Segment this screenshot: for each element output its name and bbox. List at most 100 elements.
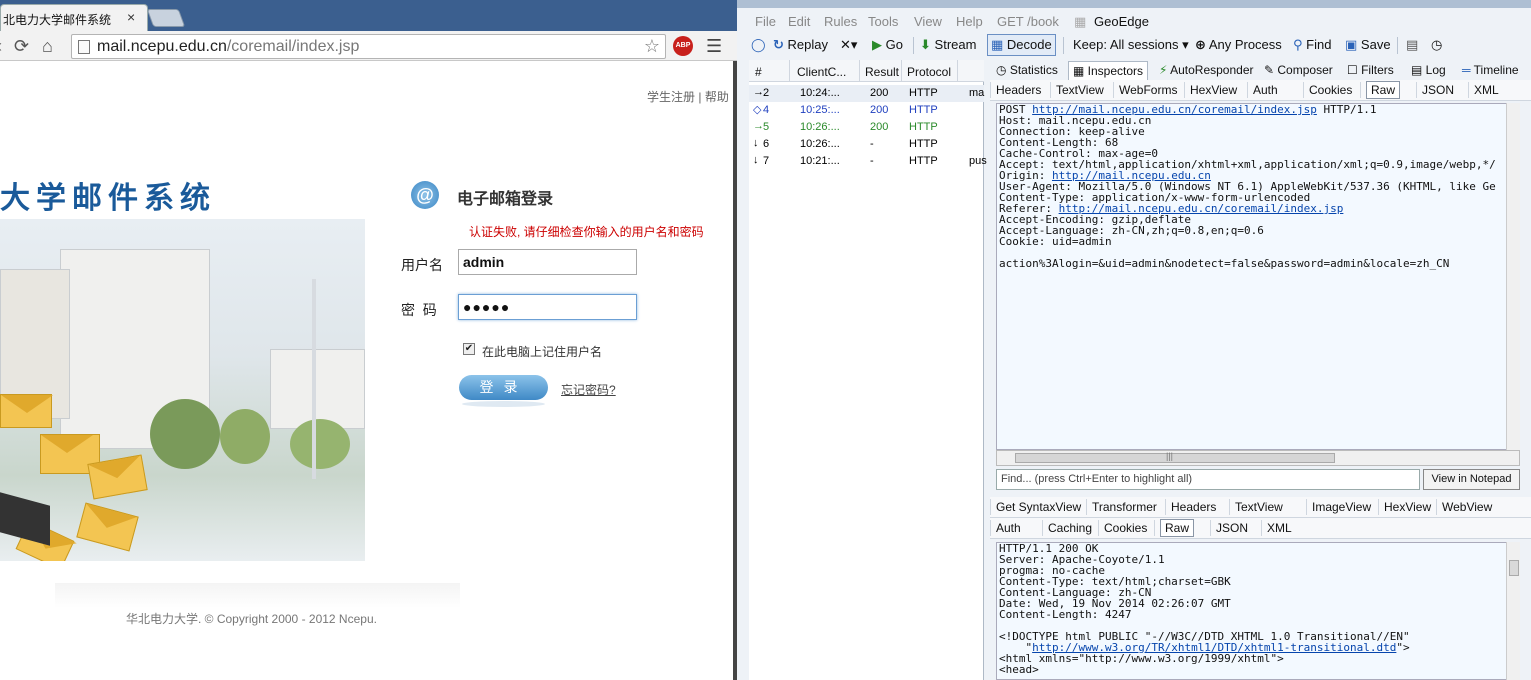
address-bar[interactable]: mail.ncepu.edu.cn/coremail/index.jsp ☆ xyxy=(71,34,666,59)
new-tab-button[interactable] xyxy=(146,9,186,27)
help-link[interactable]: 帮助 xyxy=(705,90,729,104)
session-icon: ↓ xyxy=(753,137,759,149)
session-icon: ◇ xyxy=(753,104,762,116)
col-number[interactable]: # xyxy=(755,65,762,79)
password-field[interactable]: ●●●●● xyxy=(458,294,637,320)
col-protocol[interactable]: Protocol xyxy=(907,65,951,79)
raw-line: action%3Alogin=&uid=admin&nodetect=false… xyxy=(999,257,1450,270)
screenshot-icon[interactable]: ▤ xyxy=(1406,37,1418,53)
session-list[interactable]: # ClientC... Result Protocol → 2 10:24:...… xyxy=(749,60,987,680)
session-result: 200 xyxy=(870,121,889,133)
comment-icon[interactable]: ◯ xyxy=(751,37,766,53)
request-hscroll[interactable]: ||| xyxy=(996,450,1520,466)
tab-separator xyxy=(1042,520,1043,536)
req-tab-json[interactable]: JSON xyxy=(1422,83,1454,97)
req-tab-webforms[interactable]: WebForms xyxy=(1119,83,1177,97)
req-tab-textview[interactable]: TextView xyxy=(1056,83,1104,97)
req-tab-xml[interactable]: XML xyxy=(1474,83,1499,97)
remember-checkbox[interactable]: ✔ xyxy=(463,343,475,355)
browser-tab[interactable]: 北电力大学邮件系统 × xyxy=(0,4,148,32)
req-tab-hexview[interactable]: HexView xyxy=(1190,83,1237,97)
keep-sessions-dropdown[interactable]: Keep: All sessions ▾ xyxy=(1073,37,1189,53)
response-vscroll[interactable] xyxy=(1506,542,1520,680)
any-process-button[interactable]: ⊕ Any Process xyxy=(1195,37,1282,53)
copyright-text: 华北电力大学. © Copyright 2000 - 2012 Ncepu. xyxy=(126,612,377,626)
col-result[interactable]: Result xyxy=(865,65,899,79)
star-icon[interactable]: ☆ xyxy=(644,36,660,57)
view-in-notepad-button[interactable]: View in Notepad xyxy=(1423,469,1520,490)
tab-separator xyxy=(1098,520,1099,536)
go-button[interactable]: ▶ Go xyxy=(872,37,903,53)
session-row[interactable]: → 2 10:24:... 200 HTTP ma xyxy=(749,85,984,102)
tab-autoresponder[interactable]: ⚡ AutoResponder xyxy=(1155,61,1258,80)
find-input[interactable]: Find... (press Ctrl+Enter to highlight a… xyxy=(996,469,1420,490)
username-field[interactable]: admin xyxy=(458,249,637,275)
tab-composer[interactable]: ✎ Composer xyxy=(1260,61,1337,80)
req-tab-headers[interactable]: Headers xyxy=(996,83,1041,97)
session-row[interactable]: ◇ 4 10:25:... 200 HTTP xyxy=(749,102,984,119)
session-row[interactable]: → 5 10:26:... 200 HTTP xyxy=(749,119,984,136)
session-time: 10:21:... xyxy=(800,155,840,167)
url-text[interactable]: mail.ncepu.edu.cn/coremail/index.jsp xyxy=(97,38,359,56)
resp-tab-xml[interactable]: XML xyxy=(1267,521,1292,535)
adblock-icon[interactable]: ABP xyxy=(673,36,693,56)
resp-tab-json[interactable]: JSON xyxy=(1216,521,1248,535)
col-client[interactable]: ClientC... xyxy=(797,65,846,79)
replay-button[interactable]: ↻ Replay xyxy=(773,37,828,53)
menu-rules[interactable]: Rules xyxy=(824,14,857,29)
find-button[interactable]: ⚲ Find xyxy=(1293,37,1331,53)
tab-timeline[interactable]: ═ Timeline xyxy=(1458,61,1523,80)
req-tab-cookies[interactable]: Cookies xyxy=(1309,83,1352,97)
hscroll-thumb[interactable]: ||| xyxy=(1015,451,1335,463)
forgot-password-link[interactable]: 忘记密码? xyxy=(561,381,616,398)
decode-button[interactable]: ▦ Decode xyxy=(987,34,1056,56)
response-raw-view[interactable]: HTTP/1.1 200 OK Server: Apache-Coyote/1.1… xyxy=(996,542,1520,680)
session-id: 5 xyxy=(763,121,770,133)
resp-tab-webview[interactable]: WebView xyxy=(1442,500,1492,514)
register-link[interactable]: 学生注册 xyxy=(647,90,695,104)
resp-tab-hexview[interactable]: HexView xyxy=(1384,500,1431,514)
menu-geoedge[interactable]: GeoEdge xyxy=(1094,14,1149,29)
resp-tab-imageview[interactable]: ImageView xyxy=(1312,500,1371,514)
stream-button[interactable]: ⬇ Stream xyxy=(920,37,976,53)
resp-tab-raw[interactable]: Raw xyxy=(1160,519,1195,537)
resp-tab-textview[interactable]: TextView xyxy=(1235,500,1283,514)
req-tab-raw[interactable]: Raw xyxy=(1366,81,1401,99)
session-protocol: HTTP xyxy=(909,87,938,99)
resp-tab-get-syntaxview[interactable]: Get SyntaxView xyxy=(996,500,1081,514)
resp-tab-cookies[interactable]: Cookies xyxy=(1104,521,1147,535)
tab-statistics[interactable]: ◷ Statistics xyxy=(992,61,1062,80)
home-icon[interactable]: ⌂ xyxy=(42,36,53,57)
resp-tab-transformer[interactable]: Transformer xyxy=(1092,500,1157,514)
menu-view[interactable]: View xyxy=(914,14,942,29)
geoedge-icon: ▦ xyxy=(1074,14,1087,29)
session-result: 200 xyxy=(870,104,889,116)
menu-help[interactable]: Help xyxy=(956,14,983,29)
username-label: 用户名 xyxy=(401,257,443,273)
tab-separator xyxy=(1261,520,1262,536)
resp-tab-headers[interactable]: Headers xyxy=(1171,500,1216,514)
remove-button[interactable]: ✕▾ xyxy=(840,37,857,53)
resp-tab-caching[interactable]: Caching xyxy=(1048,521,1092,535)
menu-edit[interactable]: Edit xyxy=(788,14,810,29)
request-vscroll[interactable] xyxy=(1506,103,1520,450)
tab-inspectors[interactable]: ▦ Inspectors xyxy=(1068,61,1149,80)
tab-separator xyxy=(1303,82,1304,98)
menu-get-book[interactable]: GET /book xyxy=(997,14,1059,29)
tab-close-icon[interactable]: × xyxy=(127,9,135,25)
back-icon[interactable]: ‹ xyxy=(0,36,2,57)
save-button[interactable]: ▣ Save xyxy=(1345,37,1391,53)
resp-tab-auth[interactable]: Auth xyxy=(996,521,1021,535)
req-tab-auth[interactable]: Auth xyxy=(1253,83,1278,97)
menu-icon[interactable]: ☰ xyxy=(706,36,722,57)
request-raw-view[interactable]: POST http://mail.ncepu.edu.cn/coremail/i… xyxy=(996,103,1520,450)
login-button[interactable]: 登录 xyxy=(459,375,548,400)
session-row[interactable]: ↓ 6 10:26:... - HTTP xyxy=(749,136,984,153)
reload-icon[interactable]: ⟳ xyxy=(14,36,29,57)
menu-tools[interactable]: Tools xyxy=(868,14,898,29)
timer-icon[interactable]: ◷ xyxy=(1431,37,1442,53)
tab-filters[interactable]: ☐ Filters xyxy=(1343,61,1398,80)
session-row[interactable]: ↓ 7 10:21:... - HTTP pus xyxy=(749,153,987,170)
tab-log[interactable]: ▤ Log xyxy=(1407,61,1450,80)
menu-file[interactable]: File xyxy=(755,14,776,29)
